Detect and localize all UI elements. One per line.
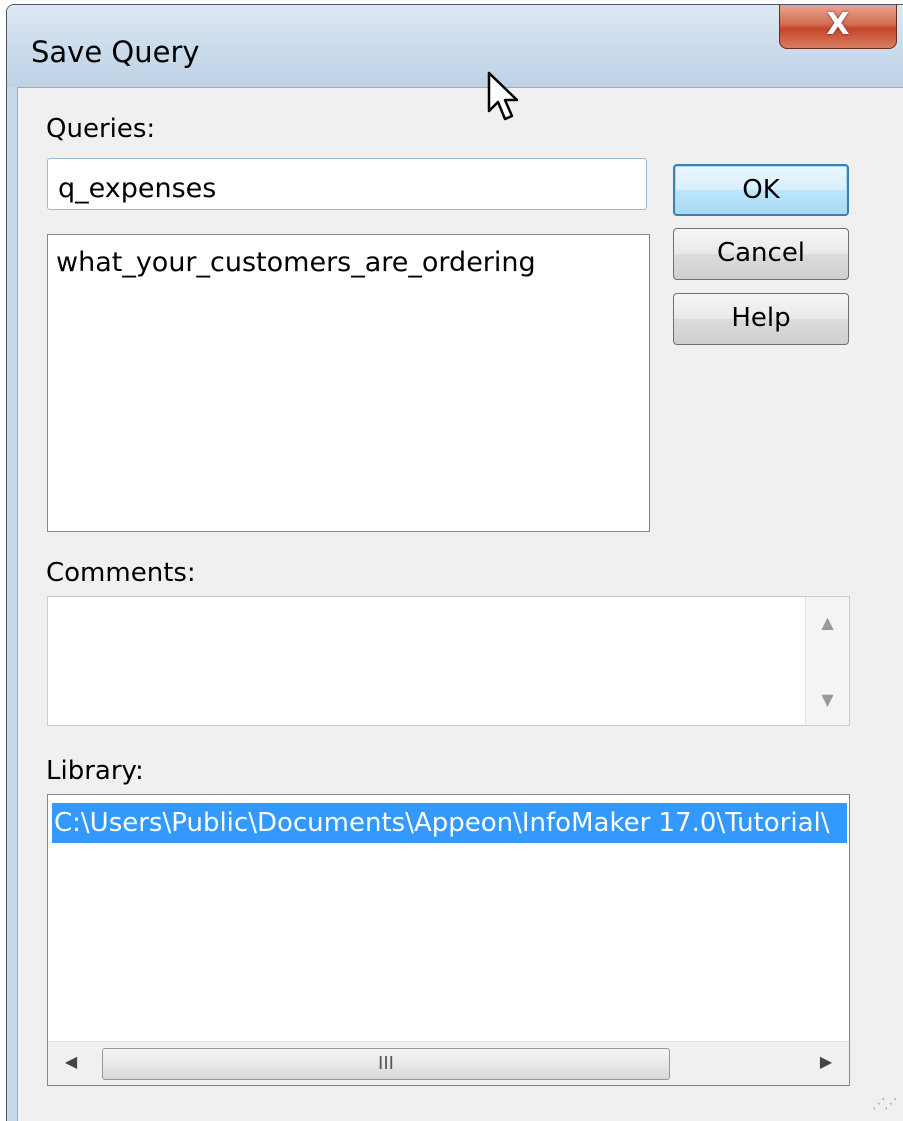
cancel-button[interactable]: Cancel bbox=[673, 228, 849, 280]
comments-label: Comments: bbox=[46, 558, 196, 588]
resize-grip-icon[interactable]: ⋰⋰ bbox=[872, 1096, 898, 1112]
list-item[interactable]: what_your_customers_are_ordering bbox=[56, 247, 536, 278]
close-button[interactable]: X bbox=[779, 5, 897, 49]
ok-button[interactable]: OK bbox=[673, 164, 849, 216]
save-query-dialog: Save Query X Queries: q_expenses what_yo… bbox=[6, 4, 903, 1121]
library-horizontal-scrollbar[interactable]: ◀ III ▶ bbox=[48, 1041, 849, 1085]
library-label: Library: bbox=[46, 756, 144, 786]
comments-textarea[interactable]: ▲ ▼ bbox=[47, 596, 850, 726]
scrollbar-thumb[interactable]: III bbox=[102, 1048, 670, 1080]
mouse-pointer-icon bbox=[487, 71, 519, 121]
title-bar[interactable]: Save Query X bbox=[7, 5, 903, 87]
dialog-title: Save Query bbox=[31, 35, 200, 69]
dialog-body: Queries: q_expenses what_your_customers_… bbox=[17, 87, 903, 1121]
scroll-right-arrow-icon[interactable]: ▶ bbox=[811, 1052, 841, 1071]
comments-vertical-scrollbar[interactable]: ▲ ▼ bbox=[805, 597, 849, 725]
queries-label: Queries: bbox=[46, 114, 156, 144]
queries-list[interactable]: what_your_customers_are_ordering bbox=[47, 234, 650, 532]
help-button[interactable]: Help bbox=[673, 293, 849, 345]
scroll-left-arrow-icon[interactable]: ◀ bbox=[56, 1052, 86, 1071]
library-item-selected[interactable]: C:\Users\Public\Documents\Appeon\InfoMak… bbox=[52, 803, 847, 843]
library-list[interactable]: C:\Users\Public\Documents\Appeon\InfoMak… bbox=[47, 794, 850, 1086]
scroll-up-arrow-icon[interactable]: ▲ bbox=[806, 613, 849, 632]
query-name-input[interactable]: q_expenses bbox=[47, 158, 647, 210]
scroll-down-arrow-icon[interactable]: ▼ bbox=[806, 690, 849, 709]
close-icon: X bbox=[826, 7, 850, 42]
